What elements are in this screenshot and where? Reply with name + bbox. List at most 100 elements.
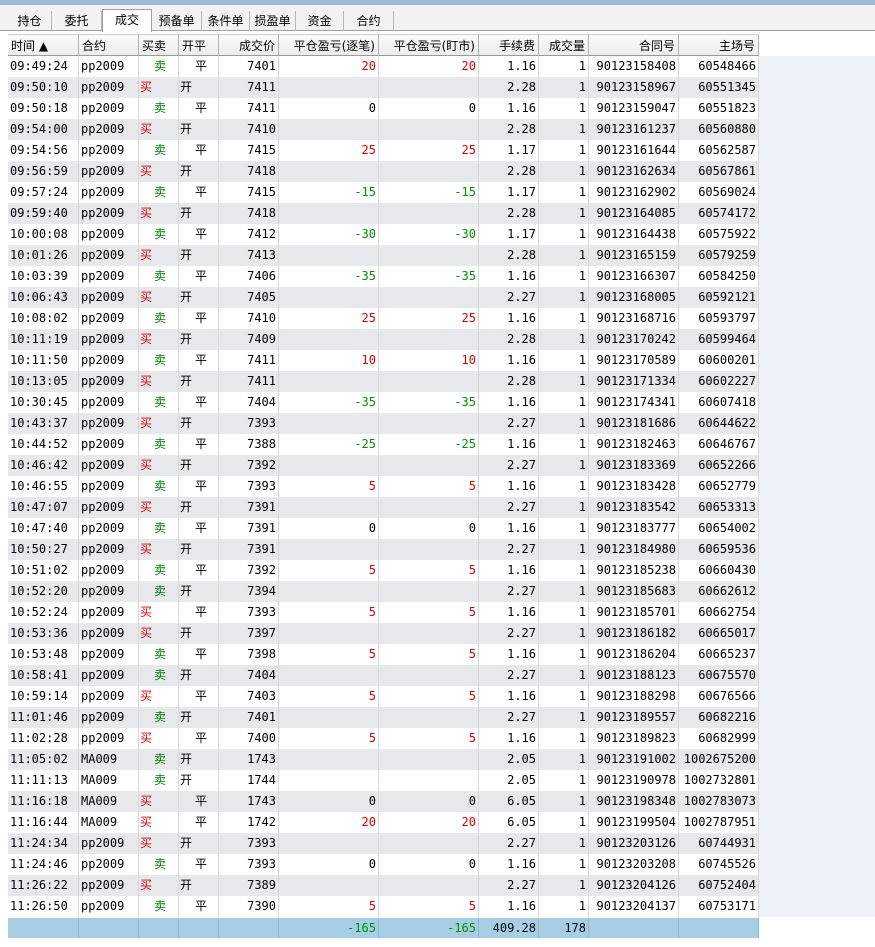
cell-exchange-no: 60584250 [679, 266, 759, 287]
cell-fee: 2.28 [479, 77, 539, 98]
table-row[interactable]: 09:54:00 pp2009 买开 7410 2.28 1 90123161237 6056… [8, 119, 875, 140]
cell-exchange-no: 60660430 [679, 560, 759, 581]
cell-contract-no: 90123188298 [589, 686, 679, 707]
cell-contract: MA009 [79, 749, 139, 770]
cell-exchange-no: 60662612 [679, 581, 759, 602]
cell-pnl-mark: -25 [379, 434, 479, 455]
table-row[interactable]: 11:01:46 pp2009 卖开 7401 2.27 1 90123189557 6068… [8, 707, 875, 728]
table-row[interactable]: 10:51:02 pp2009 卖平 7392 5 5 1.16 1 90123185238 60… [8, 560, 875, 581]
table-row[interactable]: 11:24:34 pp2009 买开 7393 2.27 1 90123203126 6074… [8, 833, 875, 854]
table-row[interactable]: 11:26:22 pp2009 买开 7389 2.27 1 90123204126 6075… [8, 875, 875, 896]
cell-side: 买 [139, 77, 179, 98]
table-row[interactable]: 10:52:20 pp2009 卖开 7394 2.27 1 90123185683 6066… [8, 581, 875, 602]
cell-exchange-no: 60579259 [679, 245, 759, 266]
table-row[interactable]: 10:53:48 pp2009 卖平 7398 5 5 1.16 1 90123186204 60… [8, 644, 875, 665]
row-fill [759, 476, 875, 497]
column-header-pnl-trade[interactable]: 平仓盈亏(逐笔) [279, 34, 379, 56]
cell-exchange-no: 60676566 [679, 686, 759, 707]
table-row[interactable]: 10:11:50 pp2009 卖平 7411 10 10 1.16 1 90123170589… [8, 350, 875, 371]
cell-contract-no: 90123203208 [589, 854, 679, 875]
cell-side: 买 [139, 119, 179, 140]
column-header-side[interactable]: 买卖 [139, 34, 179, 56]
table-row[interactable]: 11:16:18 MA009 买平 1743 0 0 6.05 1 90123198348 100… [8, 791, 875, 812]
table-row[interactable]: 09:50:18 pp2009 卖平 7411 0 0 1.16 1 90123159047 60… [8, 98, 875, 119]
table-row[interactable]: 10:01:26 pp2009 买开 7413 2.28 1 90123165159 6057… [8, 245, 875, 266]
table-row[interactable]: 09:54:56 pp2009 卖平 7415 25 25 1.17 1 90123161644… [8, 140, 875, 161]
cell-fee: 2.28 [479, 161, 539, 182]
table-row[interactable]: 09:50:10 pp2009 买开 7411 2.28 1 90123158967 6055… [8, 77, 875, 98]
table-row[interactable]: 10:58:41 pp2009 卖开 7404 2.27 1 90123188123 6067… [8, 665, 875, 686]
cell-open-close: 开 [179, 77, 219, 98]
tab-7[interactable]: 合约 [344, 11, 394, 31]
table-row[interactable]: 11:16:44 MA009 买平 1742 20 20 6.05 1 90123199504 1… [8, 812, 875, 833]
table-row[interactable]: 10:06:43 pp2009 买开 7405 2.27 1 90123168005 6059… [8, 287, 875, 308]
tab-5[interactable]: 损盈单 [250, 11, 296, 31]
column-header-fee[interactable]: 手续费 [479, 34, 539, 56]
table-row[interactable]: 10:46:55 pp2009 卖平 7393 5 5 1.16 1 90123183428 60… [8, 476, 875, 497]
table-row[interactable]: 11:24:46 pp2009 卖平 7393 0 0 1.16 1 90123203208 60… [8, 854, 875, 875]
table-row[interactable]: 10:46:42 pp2009 买开 7392 2.27 1 90123183369 6065… [8, 455, 875, 476]
table-row[interactable]: 11:05:02 MA009 卖开 1743 2.05 1 90123191002 10026… [8, 749, 875, 770]
cell-contract-no: 90123170589 [589, 350, 679, 371]
cell-pnl-trade [279, 707, 379, 728]
cell-contract: pp2009 [79, 203, 139, 224]
cell-side: 买 [139, 455, 179, 476]
cell-volume: 1 [539, 686, 589, 707]
cell-volume: 1 [539, 98, 589, 119]
table-row[interactable]: 10:52:24 pp2009 买平 7393 5 5 1.16 1 90123185701 60… [8, 602, 875, 623]
column-header-open-close[interactable]: 开平 [179, 34, 219, 56]
column-header-pnl-mark[interactable]: 平仓盈亏(盯市) [379, 34, 479, 56]
column-header-contract-no[interactable]: 合同号 [589, 34, 679, 56]
cell-contract: pp2009 [79, 119, 139, 140]
table-row[interactable]: 10:13:05 pp2009 买开 7411 2.28 1 90123171334 6060… [8, 371, 875, 392]
total-empty-cell [8, 918, 79, 938]
table-row[interactable]: 10:11:19 pp2009 买开 7409 2.28 1 90123170242 6059… [8, 329, 875, 350]
tab-3[interactable]: 预备单 [152, 11, 202, 31]
cell-time: 11:24:46 [8, 854, 79, 875]
cell-pnl-mark [379, 665, 479, 686]
table-row[interactable]: 09:59:40 pp2009 买开 7418 2.28 1 90123164085 6057… [8, 203, 875, 224]
column-header-time[interactable]: 时间 ▲ [8, 34, 79, 56]
cell-contract: pp2009 [79, 140, 139, 161]
tab-1[interactable]: 委托 [52, 11, 102, 31]
table-row[interactable]: 09:57:24 pp2009 卖平 7415 -15 -15 1.17 1 901231629… [8, 182, 875, 203]
cell-pnl-mark: 20 [379, 56, 479, 77]
column-header-contract[interactable]: 合约 [79, 34, 139, 56]
table-row[interactable]: 10:59:14 pp2009 买平 7403 5 5 1.16 1 90123188298 60… [8, 686, 875, 707]
cell-price: 7388 [219, 434, 279, 455]
cell-pnl-mark [379, 833, 479, 854]
table-row[interactable]: 10:53:36 pp2009 买开 7397 2.27 1 90123186182 6066… [8, 623, 875, 644]
tab-6[interactable]: 资金 [296, 11, 344, 31]
cell-contract: pp2009 [79, 182, 139, 203]
cell-pnl-trade: 5 [279, 644, 379, 665]
table-row[interactable]: 10:47:07 pp2009 买开 7391 2.27 1 90123183542 6065… [8, 497, 875, 518]
cell-fee: 1.16 [479, 518, 539, 539]
cell-volume: 1 [539, 560, 589, 581]
table-row[interactable]: 10:08:02 pp2009 卖平 7410 25 25 1.16 1 90123168716… [8, 308, 875, 329]
table-row[interactable]: 11:11:13 MA009 卖开 1744 2.05 1 90123190978 10027… [8, 770, 875, 791]
column-header-exchange-no[interactable]: 主场号 [679, 34, 759, 56]
table-row[interactable]: 09:56:59 pp2009 买开 7418 2.28 1 90123162634 6056… [8, 161, 875, 182]
row-fill [759, 497, 875, 518]
column-header-price[interactable]: 成交价 [219, 34, 279, 56]
table-row[interactable]: 10:44:52 pp2009 卖平 7388 -25 -25 1.16 1 901231824… [8, 434, 875, 455]
tab-4[interactable]: 条件单 [202, 11, 250, 31]
cell-contract-no: 90123159047 [589, 98, 679, 119]
cell-fee: 6.05 [479, 812, 539, 833]
table-row[interactable]: 11:26:50 pp2009 卖平 7390 5 5 1.16 1 90123204137 60… [8, 896, 875, 917]
cell-pnl-trade: -15 [279, 182, 379, 203]
table-row[interactable]: 10:03:39 pp2009 卖平 7406 -35 -35 1.16 1 901231663… [8, 266, 875, 287]
table-row[interactable]: 10:50:27 pp2009 买开 7391 2.27 1 90123184980 6065… [8, 539, 875, 560]
total-empty-cell [589, 918, 679, 938]
cell-contract: MA009 [79, 791, 139, 812]
tab-0[interactable]: 持仓 [8, 11, 52, 31]
table-row[interactable]: 09:49:24 pp2009 卖平 7401 20 20 1.16 1 90123158408… [8, 56, 875, 77]
table-row[interactable]: 10:30:45 pp2009 卖平 7404 -35 -35 1.16 1 901231743… [8, 392, 875, 413]
column-header-volume[interactable]: 成交量 [539, 34, 589, 56]
table-row[interactable]: 10:47:40 pp2009 卖平 7391 0 0 1.16 1 90123183777 60… [8, 518, 875, 539]
tab-2[interactable]: 成交 [102, 9, 152, 32]
table-row[interactable]: 10:43:37 pp2009 买开 7393 2.27 1 90123181686 6064… [8, 413, 875, 434]
cell-pnl-mark: 5 [379, 644, 479, 665]
table-row[interactable]: 10:00:08 pp2009 卖平 7412 -30 -30 1.17 1 901231644… [8, 224, 875, 245]
table-row[interactable]: 11:02:28 pp2009 买平 7400 5 5 1.16 1 90123189823 60… [8, 728, 875, 749]
